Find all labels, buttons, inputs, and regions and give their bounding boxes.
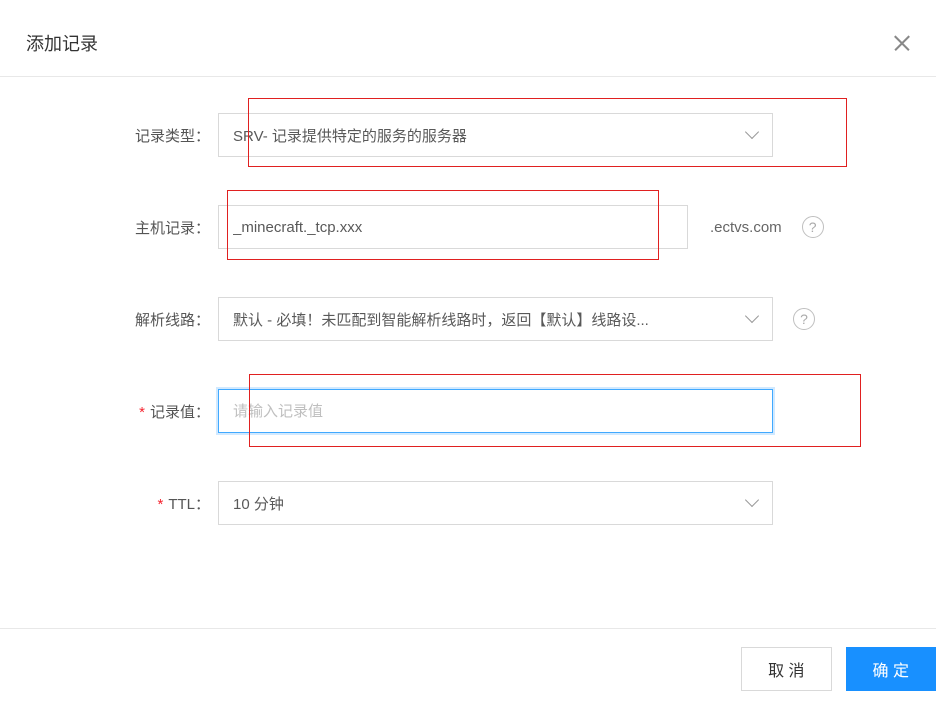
row-record-type: 记录类型： SRV- 记录提供特定的服务的服务器 <box>26 113 910 157</box>
help-icon[interactable]: ? <box>802 216 824 238</box>
chevron-down-icon <box>746 497 758 509</box>
host-record-field-wrap: .ectvs.com ? <box>218 205 910 249</box>
resolution-route-select[interactable]: 默认 - 必填！未匹配到智能解析线路时，返回【默认】线路设... <box>218 297 773 341</box>
record-value-input[interactable] <box>218 389 773 433</box>
host-record-label: 主机记录： <box>26 217 218 238</box>
required-star-icon: * <box>157 496 163 513</box>
modal-title: 添加记录 <box>26 30 98 56</box>
record-type-select[interactable]: SRV- 记录提供特定的服务的服务器 <box>218 113 773 157</box>
required-star-icon: * <box>139 404 145 421</box>
ttl-field-wrap: 10 分钟 <box>218 481 910 525</box>
row-record-value: * 记录值： <box>26 389 910 433</box>
modal-header: 添加记录 <box>0 0 936 77</box>
resolution-route-field-wrap: 默认 - 必填！未匹配到智能解析线路时，返回【默认】线路设... ? <box>218 297 910 341</box>
resolution-route-label: 解析线路： <box>26 309 218 330</box>
record-type-selected-text: SRV- 记录提供特定的服务的服务器 <box>233 125 467 146</box>
host-record-suffix: .ectvs.com <box>710 219 782 236</box>
record-value-field-wrap <box>218 389 910 433</box>
cancel-button[interactable]: 取 消 <box>741 647 831 691</box>
record-value-label: * 记录值： <box>26 401 218 422</box>
row-resolution-route: 解析线路： 默认 - 必填！未匹配到智能解析线路时，返回【默认】线路设... ? <box>26 297 910 341</box>
record-type-label: 记录类型： <box>26 125 218 146</box>
help-icon[interactable]: ? <box>793 308 815 330</box>
row-host-record: 主机记录： .ectvs.com ? <box>26 205 910 249</box>
ttl-selected-text: 10 分钟 <box>233 493 284 514</box>
chevron-down-icon <box>746 129 758 141</box>
row-ttl: * TTL： 10 分钟 <box>26 481 910 525</box>
confirm-button[interactable]: 确 定 <box>846 647 936 691</box>
close-icon[interactable] <box>894 35 910 51</box>
resolution-route-selected-text: 默认 - 必填！未匹配到智能解析线路时，返回【默认】线路设... <box>233 309 649 330</box>
ttl-select[interactable]: 10 分钟 <box>218 481 773 525</box>
record-type-field-wrap: SRV- 记录提供特定的服务的服务器 <box>218 113 910 157</box>
record-value-label-text: 记录值： <box>150 404 210 421</box>
ttl-label: * TTL： <box>26 493 218 514</box>
chevron-down-icon <box>746 313 758 325</box>
ttl-label-text: TTL： <box>168 496 210 513</box>
modal-footer: 取 消 确 定 <box>0 628 936 709</box>
host-record-input[interactable] <box>218 205 688 249</box>
form-body: 记录类型： SRV- 记录提供特定的服务的服务器 主机记录： .ectvs.co… <box>0 77 936 545</box>
